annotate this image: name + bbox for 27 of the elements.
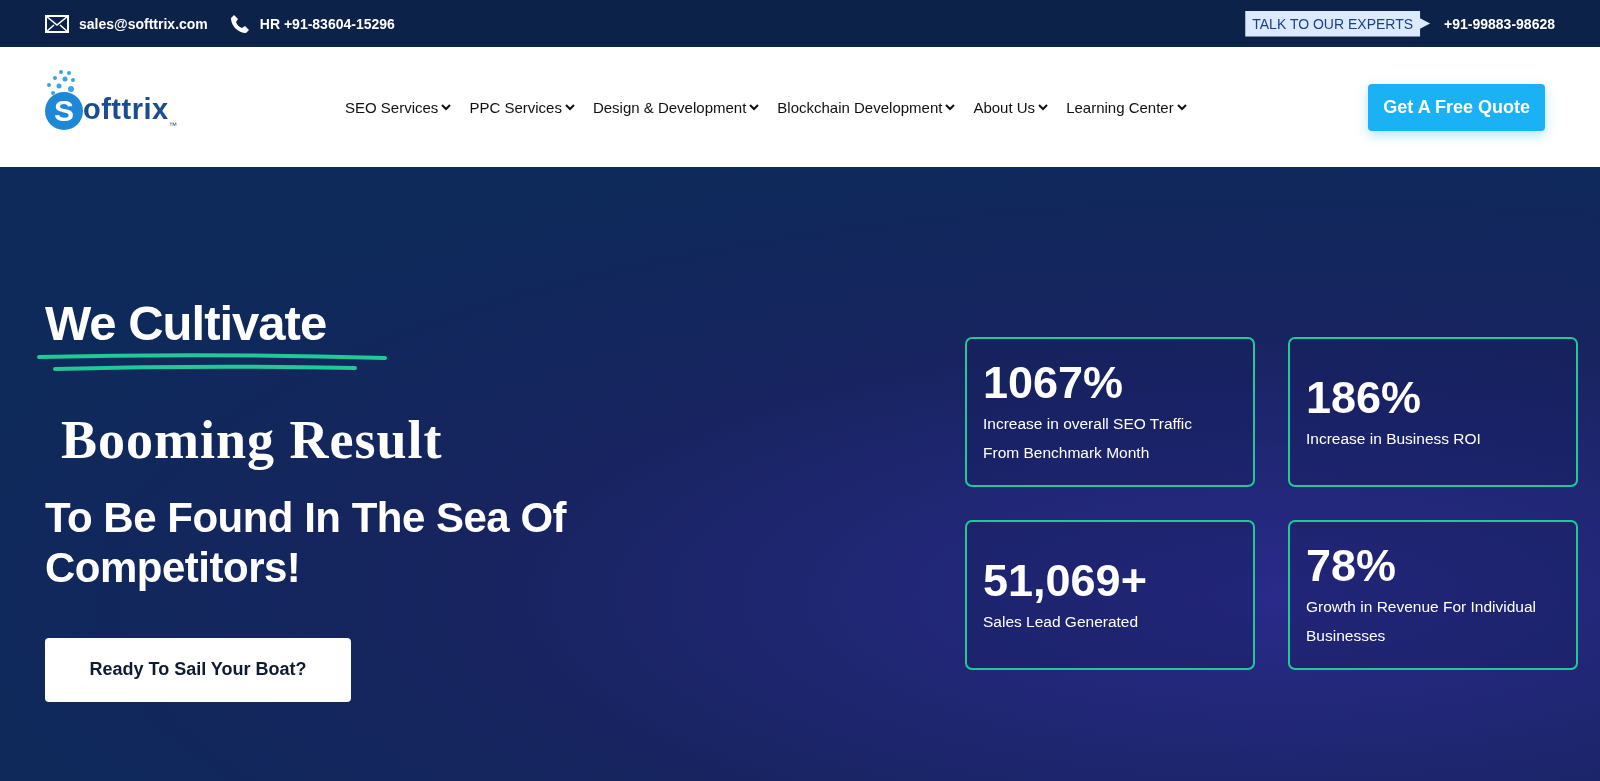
stat-label: Sales Lead Generated — [983, 611, 1140, 632]
stat-label: Increase in overall SEO Traffic From Benchmark Month — [983, 414, 1194, 463]
talk-to-experts-button[interactable]: TALK TO OUR EXPERTS — [1245, 10, 1431, 37]
hero-subheadline: To Be Found In The Sea Of Competitors! — [45, 493, 568, 594]
stat-value: 51,069+ — [983, 554, 1148, 607]
sail-boat-button[interactable]: Ready To Sail Your Boat? — [45, 637, 351, 702]
rotating-word: Booming Result — [61, 409, 443, 471]
nav-menu-item[interactable]: About Us — [973, 98, 1049, 116]
stat-label: Growth in Revenue For Individual Businesses — [1306, 597, 1538, 646]
logo-initial: S — [45, 91, 83, 130]
email-link[interactable]: sales@softtrix.com — [79, 15, 208, 32]
hero-headline: We Cultivate — [45, 295, 327, 351]
expert-phone-link[interactable]: +91-99883-98628 — [1444, 15, 1555, 32]
stat-value: 186% — [1306, 371, 1423, 424]
nav-menu-item[interactable]: Design & Development — [592, 98, 760, 116]
stat-value: 78% — [1306, 540, 1398, 592]
stat-value: 1067% — [983, 357, 1125, 409]
nav-menu-item[interactable]: PPC Services — [469, 98, 575, 116]
trademark-mark: ™ — [168, 120, 177, 130]
nav-menu-item[interactable]: Blockchain Development — [777, 98, 956, 116]
envelope-icon — [45, 14, 69, 33]
phone-icon — [229, 13, 250, 34]
stat-label: Increase in Business ROI — [1306, 428, 1482, 449]
logo-text: ofttrix — [83, 92, 169, 126]
nav-menu-item[interactable]: SEO Services — [345, 98, 452, 116]
nav-menu-item[interactable]: Learning Center — [1066, 98, 1187, 116]
phone-link[interactable]: HR +91-83604-15296 — [259, 15, 395, 32]
